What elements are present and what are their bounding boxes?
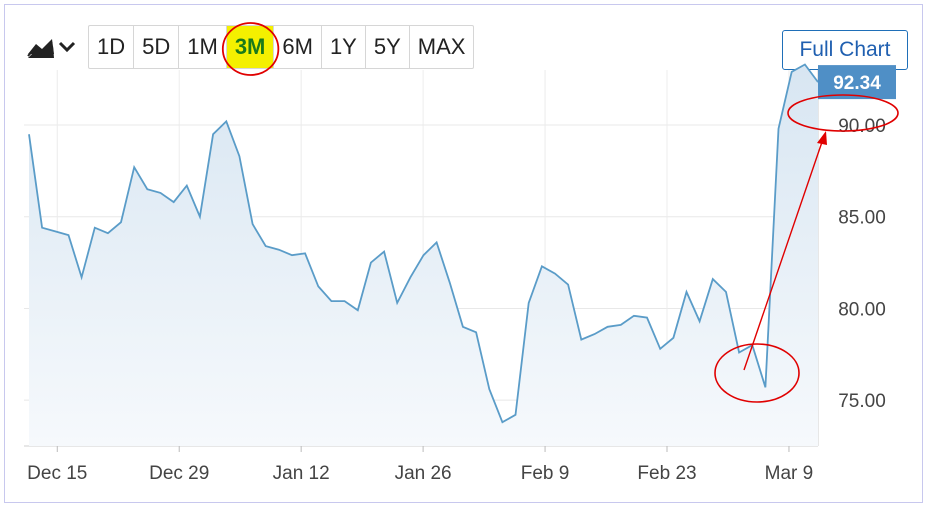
price-chart: 75.0080.0085.0090.0093.00 Dec 15Dec 29Ja…: [24, 22, 899, 484]
x-tick-label: Dec 29: [149, 463, 209, 484]
x-tick-label: Mar 9: [765, 463, 814, 484]
y-tick-label: 85.00: [838, 208, 886, 229]
x-tick-label: Feb 9: [521, 463, 570, 484]
last-price-label: 92.34: [833, 73, 881, 94]
x-tick-label: Dec 15: [27, 463, 87, 484]
x-tick-label: Jan 12: [273, 463, 330, 484]
x-axis-labels: Dec 15 Dec 29 Jan 12 Jan 26 Feb 9 Feb 23 Mar 9: [27, 463, 813, 484]
x-tick-label: Feb 23: [637, 463, 696, 484]
y-tick-label: 80.00: [838, 299, 886, 320]
last-price-badge: 92.34: [818, 65, 896, 100]
y-tick-label: 75.00: [838, 391, 886, 412]
y-axis-labels: 75.0080.0085.0090.0093.00: [838, 63, 886, 412]
x-tick-label: Jan 26: [395, 463, 452, 484]
active-range-circle-annotation: [221, 22, 280, 76]
